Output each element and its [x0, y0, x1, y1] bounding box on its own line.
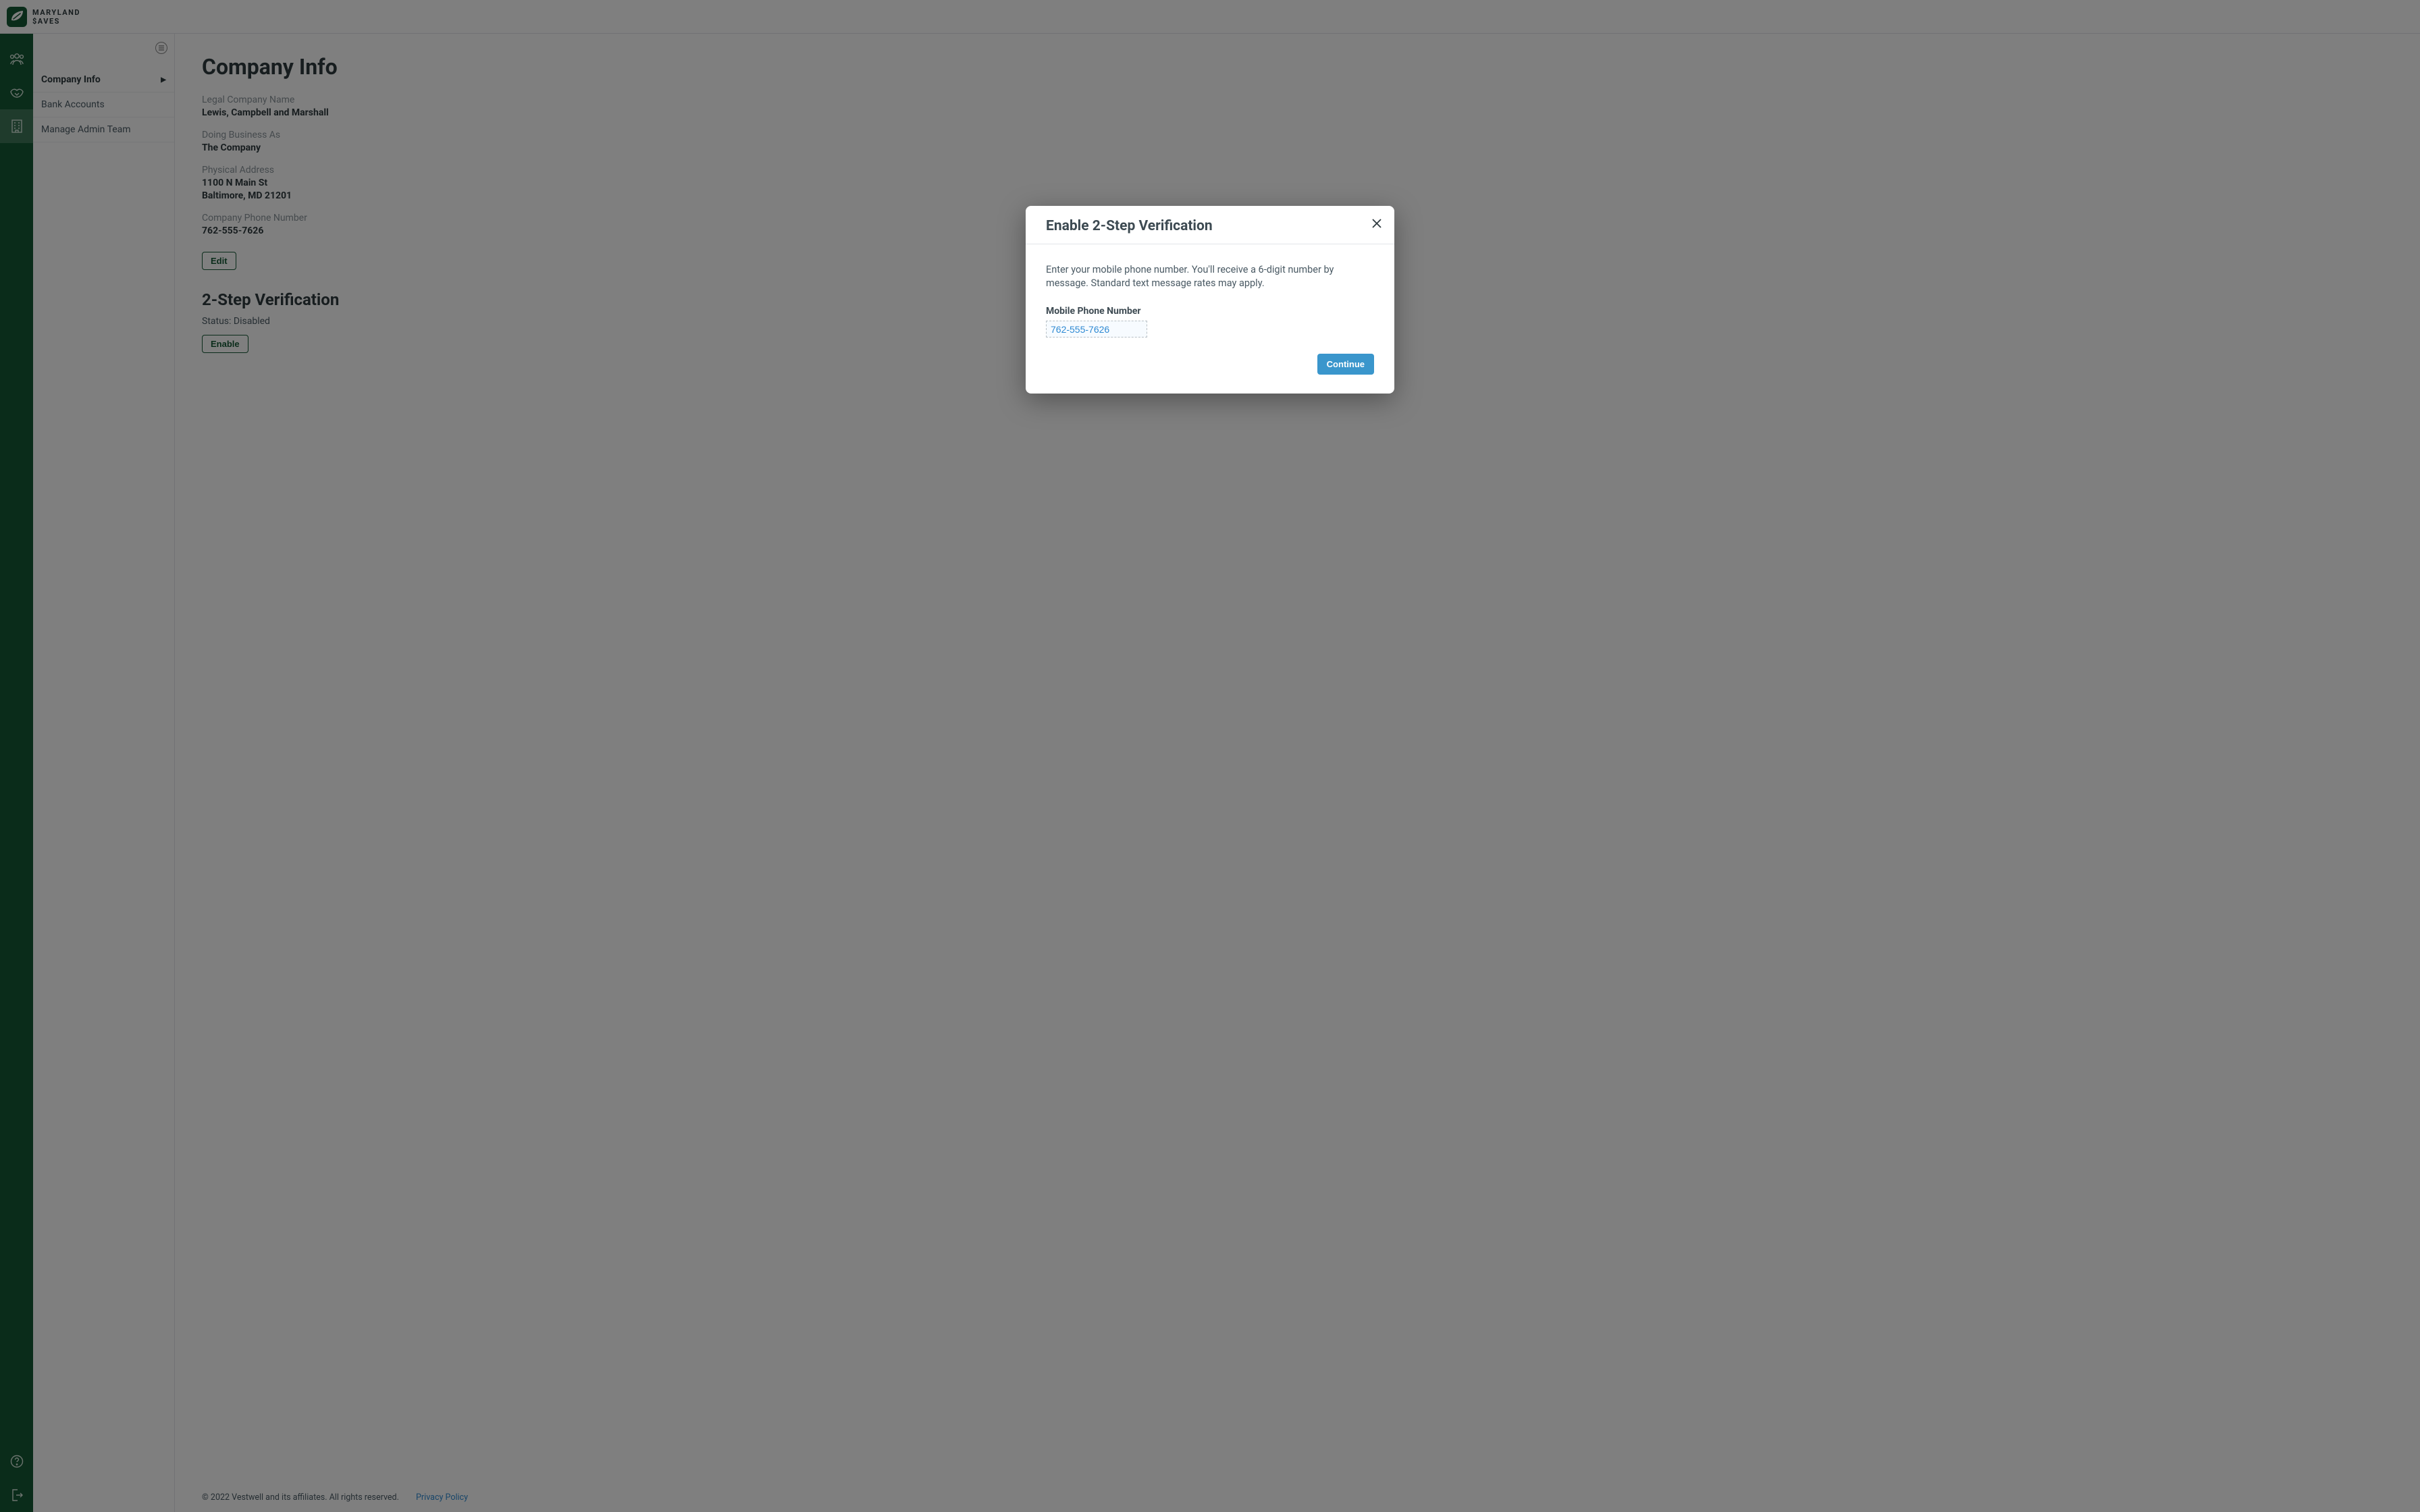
modal-description: Enter your mobile phone number. You'll r…	[1046, 263, 1374, 291]
continue-button[interactable]: Continue	[1317, 354, 1374, 375]
modal-title: Enable 2-Step Verification	[1046, 218, 1374, 234]
enable-2step-modal: Enable 2-Step Verification Enter your mo…	[1026, 206, 1394, 394]
mobile-phone-label: Mobile Phone Number	[1046, 306, 1374, 317]
modal-overlay: Enable 2-Step Verification Enter your mo…	[0, 0, 2420, 1512]
close-icon[interactable]	[1370, 217, 1384, 230]
mobile-phone-input[interactable]	[1051, 324, 1142, 335]
